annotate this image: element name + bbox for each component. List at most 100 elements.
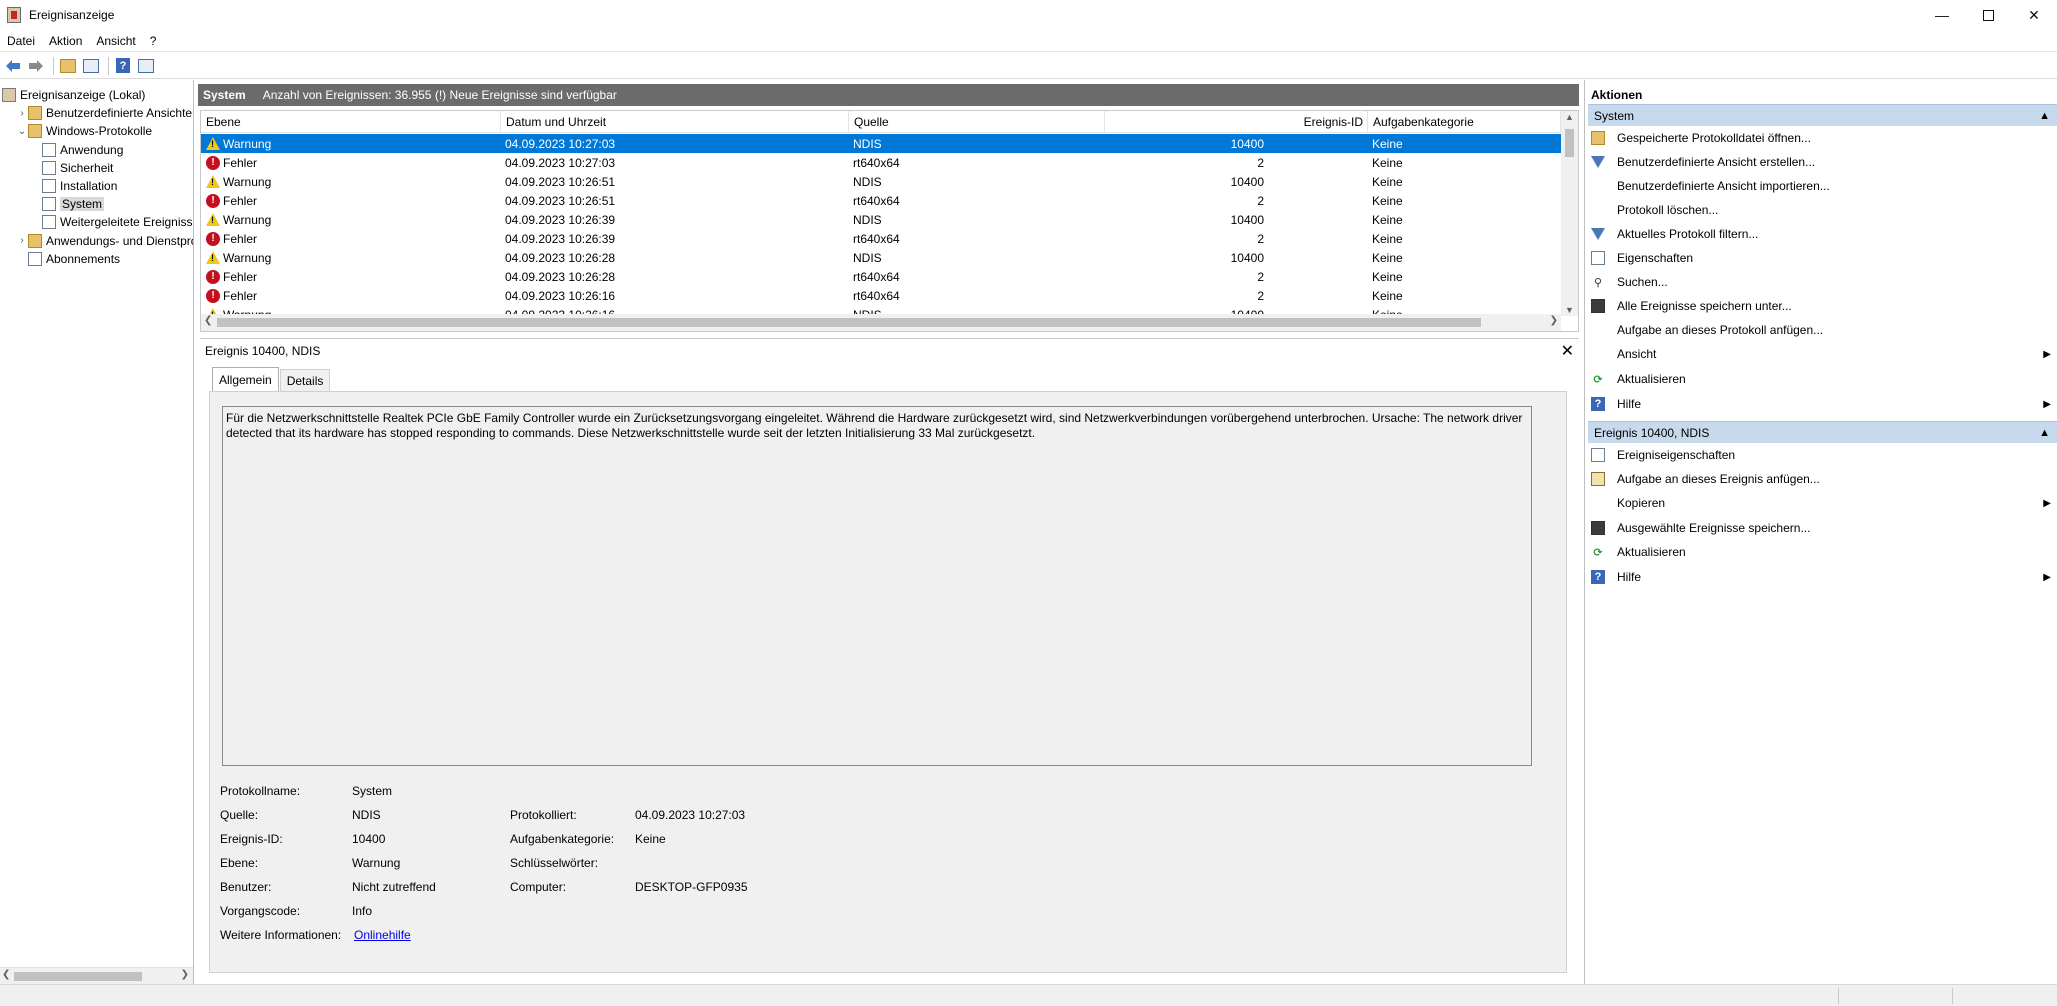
action-eigenschaften[interactable]: Eigenschaften [1591,248,2055,268]
cell-date: 04.09.2023 10:26:28 [505,250,616,265]
expand-chevron-icon[interactable]: ⌄ [16,126,28,137]
close-button[interactable]: ✕ [2011,0,2057,30]
event-row[interactable]: ! Fehler 04.09.2023 10:26:16 rt640x64 2 Keine [201,286,1561,305]
action-group-label: System [1594,108,1635,123]
tree-item-label: Installation [60,179,118,193]
scroll-left-icon[interactable]: ❮ [204,315,212,326]
close-detail-icon[interactable]: ✕ [1561,341,1574,361]
forward-arrow-icon [29,59,43,72]
action-alle-ereignisse-speichern-unter[interactable]: Alle Ereignisse speichern unter... [1591,296,2055,316]
scroll-right-icon[interactable]: ❯ [181,969,189,980]
event-row[interactable]: Warnung 04.09.2023 10:26:51 NDIS 10400 Keine [201,172,1561,191]
action-hilfe[interactable]: ? Hilfe ▶ [1591,394,2055,414]
expand-chevron-icon[interactable]: › [16,108,28,119]
help-button[interactable]: ? [113,56,133,76]
column-header-aufgabenkategorie[interactable]: Aufgabenkategorie [1368,111,1561,133]
log-icon [42,160,56,175]
scroll-up-icon[interactable]: ▲ [1565,112,1574,122]
event-row[interactable]: ! Fehler 04.09.2023 10:26:39 rt640x64 2 Keine [201,229,1561,248]
show-hide-action-pane-button[interactable] [136,56,156,76]
refresh-icon: ⟳ [1593,373,1603,386]
tree-item-sicherheit[interactable]: Sicherheit [30,159,113,177]
minimize-button[interactable]: — [1919,0,1965,30]
help-icon: ? [1591,397,1605,411]
event-row[interactable]: ! Fehler 04.09.2023 10:27:03 rt640x64 2 Keine [201,153,1561,172]
warning-icon [206,137,220,150]
tab-allgemein[interactable]: Allgemein [212,367,279,391]
cell-event-id: 10400 [1230,250,1264,265]
action-group-system[interactable]: System ▲ [1588,104,2057,126]
event-detail-title: Ereignis 10400, NDIS [205,344,321,358]
column-header-datum[interactable]: Datum und Uhrzeit [501,111,849,133]
expand-chevron-icon[interactable]: › [16,235,28,246]
scrollbar-thumb[interactable] [217,318,1481,327]
show-hide-console-tree-button[interactable] [81,56,101,76]
tree-item-system[interactable]: System [30,195,105,213]
action-aktualisieren[interactable]: ⟳ Aktualisieren [1591,369,2055,389]
event-row[interactable]: ! Fehler 04.09.2023 10:26:51 rt640x64 2 Keine [201,191,1561,210]
menu-aktion[interactable]: Aktion [42,34,89,48]
action-ansicht[interactable]: Ansicht ▶ [1591,344,2055,364]
online-help-link[interactable]: Onlinehilfe [354,928,411,942]
menu-ansicht[interactable]: Ansicht [89,34,142,48]
scroll-left-icon[interactable]: ❮ [2,969,10,980]
column-header-ereignis-id[interactable]: Ereignis-ID [1105,111,1368,133]
menu-help[interactable]: ? [143,34,164,48]
collapse-icon[interactable]: ▲ [2039,110,2050,122]
tree-item-weitergeleitete-ereignisse[interactable]: Weitergeleitete Ereignisse [30,213,193,231]
forward-button[interactable] [26,56,46,76]
filter-icon [1591,156,1605,168]
tree-horizontal-scrollbar[interactable]: ❮ ❯ [0,967,193,984]
grid-vertical-scrollbar[interactable]: ▲ ▼ [1561,111,1578,316]
action-aktualisieren[interactable]: ⟳ Aktualisieren [1591,542,2055,562]
action-hilfe[interactable]: ? Hilfe ▶ [1591,567,2055,587]
submenu-arrow-icon: ▶ [2043,398,2051,410]
collapse-icon[interactable]: ▲ [2039,427,2050,439]
action-aufgabe-an-dieses-ereignis-anfügen[interactable]: Aufgabe an dieses Ereignis anfügen... [1591,469,2055,489]
action-aufgabe-an-dieses-protokoll-anfügen[interactable]: Aufgabe an dieses Protokoll anfügen... [1591,320,2055,340]
action-kopieren[interactable]: Kopieren ▶ [1591,493,2055,513]
back-button[interactable] [3,56,23,76]
action-ereigniseigenschaften[interactable]: Ereigniseigenschaften [1591,445,2055,465]
event-row[interactable]: Warnung 04.09.2023 10:27:03 NDIS 10400 Keine [201,134,1561,153]
scroll-down-icon[interactable]: ▼ [1565,305,1574,315]
maximize-button[interactable] [1965,0,2011,30]
tree-item-windows-protokolle[interactable]: ⌄ Windows-Protokolle [16,122,152,140]
tree-item-benutzerdefinierte-ansichten[interactable]: › Benutzerdefinierte Ansichten [16,104,193,122]
action-ausgewählte-ereignisse-speichern[interactable]: Ausgewählte Ereignisse speichern... [1591,518,2055,538]
tree-item-installation[interactable]: Installation [30,177,117,195]
tree-item-anwendungs-und-dienstprotokolle[interactable]: › Anwendungs- und Dienstprotokolle [16,232,193,250]
action-protokoll-löschen[interactable]: Protokoll löschen... [1591,200,2055,220]
action-benutzerdefinierte-ansicht-importieren[interactable]: Benutzerdefinierte Ansicht importieren..… [1591,176,2055,196]
tree-item-ereignisanzeige-lokal[interactable]: Ereignisanzeige (Lokal) [2,86,145,104]
event-row[interactable]: Warnung 04.09.2023 10:26:28 NDIS 10400 Keine [201,248,1561,267]
event-row[interactable]: Warnung 04.09.2023 10:26:39 NDIS 10400 Keine [201,210,1561,229]
tree-item-anwendung[interactable]: Anwendung [30,141,123,159]
event-detail-panel: Ereignis 10400, NDIS ✕ Allgemein Details… [200,338,1579,984]
cell-source: rt640x64 [853,288,900,303]
column-header-ebene[interactable]: Ebene [201,111,501,133]
scrollbar-thumb[interactable] [1565,129,1574,157]
event-count-summary: Anzahl von Ereignissen: 36.955 (!) Neue … [262,88,617,102]
scrollbar-thumb[interactable] [14,972,142,981]
tab-details[interactable]: Details [279,369,331,391]
action-benutzerdefinierte-ansicht-erstellen[interactable]: Benutzerdefinierte Ansicht erstellen... [1591,152,2055,172]
label-ebene: Ebene: [220,856,259,870]
scroll-right-icon[interactable]: ❯ [1550,315,1558,326]
action-gespeicherte-protokolldatei-öffnen[interactable]: Gespeicherte Protokolldatei öffnen... [1591,128,2055,148]
event-row[interactable]: ! Fehler 04.09.2023 10:26:28 rt640x64 2 Keine [201,267,1561,286]
action-suchen[interactable]: ⚲ Suchen... [1591,272,2055,292]
menu-datei[interactable]: Datei [0,34,42,48]
close-icon: ✕ [2028,6,2040,23]
cell-source: NDIS [853,136,882,151]
toolbar-separator [108,56,109,75]
back-arrow-icon [6,59,20,72]
tree-item-abonnements[interactable]: Abonnements [16,250,120,268]
grid-horizontal-scrollbar[interactable]: ❮ ❯ [201,314,1561,331]
action-aktuelles-protokoll-filtern[interactable]: Aktuelles Protokoll filtern... [1591,224,2055,244]
submenu-arrow-icon: ▶ [2043,348,2051,360]
action-group-ereignis-10400-ndis[interactable]: Ereignis 10400, NDIS ▲ [1588,421,2057,443]
event-description[interactable]: Für die Netzwerkschnittstelle Realtek PC… [222,406,1532,766]
up-folder-button[interactable] [58,56,78,76]
column-header-quelle[interactable]: Quelle [849,111,1105,133]
